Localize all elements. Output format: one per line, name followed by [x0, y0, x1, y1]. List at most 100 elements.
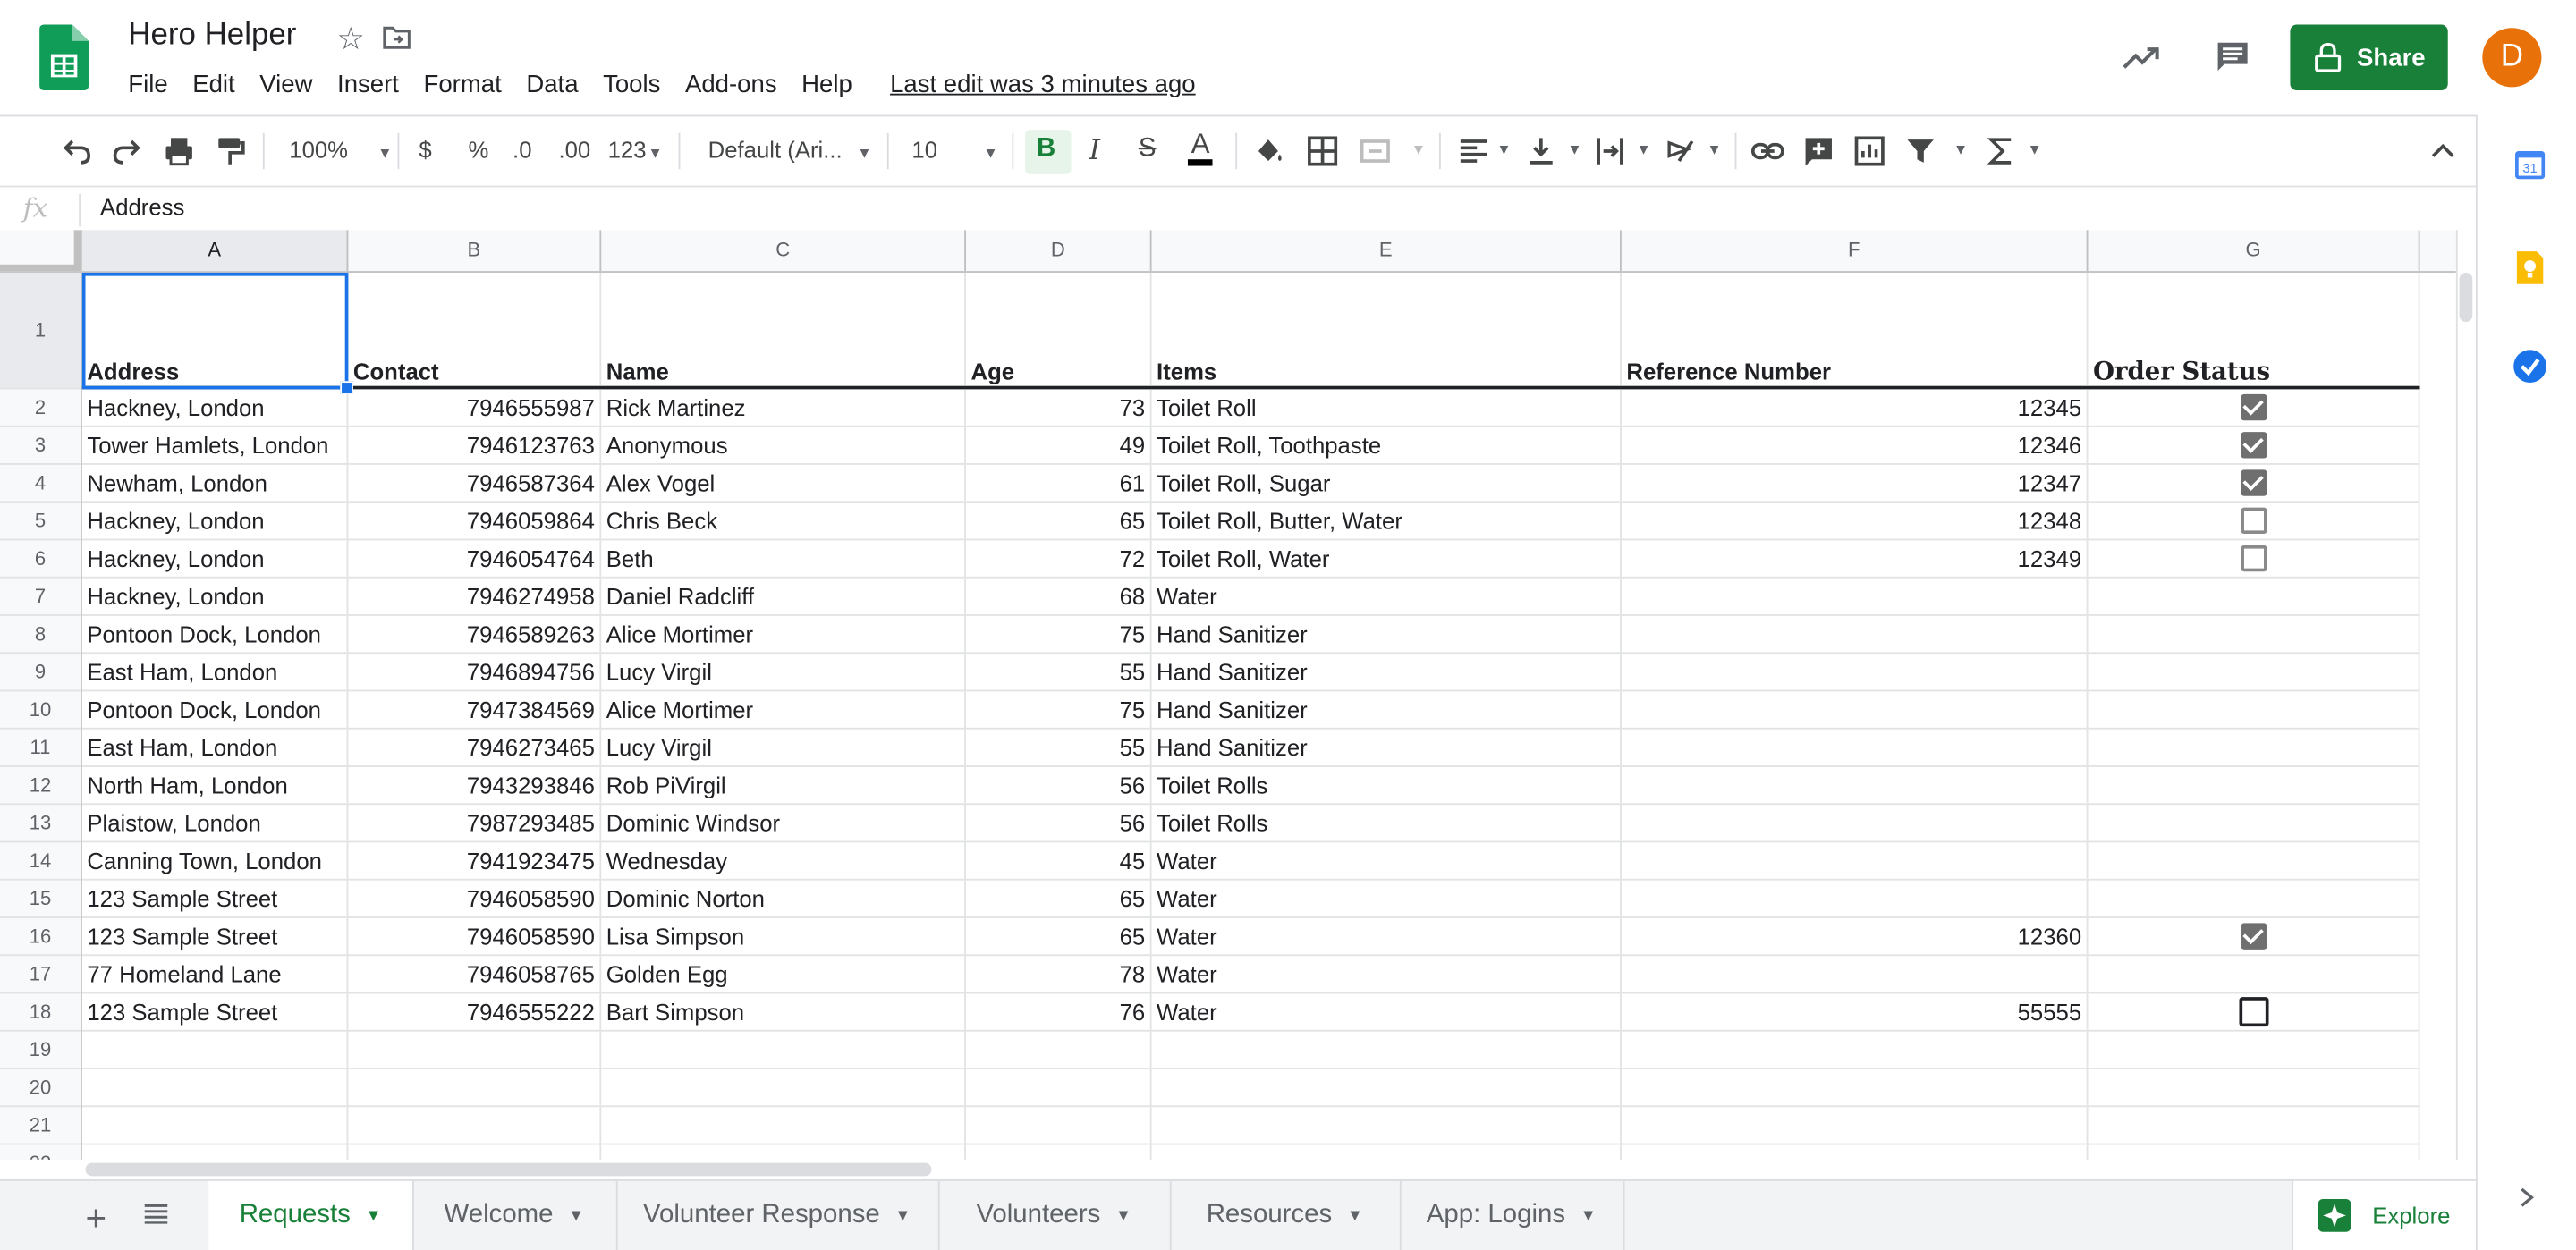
cell-address[interactable]: Hackney, London [82, 503, 349, 539]
cell-contact[interactable]: 7946054764 [348, 540, 602, 577]
cell-items[interactable]: Toilet Roll, Water [1152, 540, 1622, 577]
menu-file[interactable]: File [128, 71, 167, 98]
cell-name[interactable] [601, 1107, 967, 1144]
row-header[interactable]: 13 [0, 805, 81, 843]
text-rotation-icon[interactable] [1665, 135, 1698, 168]
header-cell[interactable]: Name [601, 272, 967, 386]
cell-items[interactable]: Water [1152, 917, 1622, 955]
cell-address[interactable]: East Ham, London [82, 654, 349, 690]
cell-name[interactable]: Alex Vogel [601, 464, 967, 502]
cell-ref[interactable] [1622, 654, 2089, 690]
checkbox-unchecked[interactable] [2239, 997, 2269, 1027]
last-edit-link[interactable]: Last edit was 3 minutes ago [890, 71, 1196, 98]
cell-age[interactable] [966, 1068, 1152, 1106]
cell-contact[interactable]: 7946555987 [348, 389, 602, 426]
link-icon[interactable] [1750, 135, 1784, 168]
font-size-select[interactable]: 10 ▼ [911, 136, 997, 162]
cell-contact[interactable]: 7987293485 [348, 805, 602, 841]
cell-ref[interactable] [1622, 842, 2089, 879]
cell-name[interactable]: Daniel Radcliff [601, 578, 967, 615]
menu-insert[interactable]: Insert [337, 71, 399, 98]
cell-address[interactable]: North Ham, London [82, 766, 349, 804]
cell-address[interactable]: East Ham, London [82, 729, 349, 766]
cell-ref[interactable] [1622, 766, 2089, 804]
cell-items[interactable]: Water [1152, 880, 1622, 917]
cell-address[interactable] [82, 1068, 349, 1106]
cell-age[interactable]: 65 [966, 917, 1152, 955]
cell-address[interactable]: Newham, London [82, 464, 349, 502]
strikethrough-button[interactable]: S [1139, 135, 1157, 165]
chevron-down-icon[interactable]: ▼ [894, 1206, 911, 1224]
sheet-tab-app-logins[interactable]: App: Logins ▼ [1400, 1180, 1625, 1250]
sheet-tab-volunteer-response[interactable]: Volunteer Response ▼ [616, 1180, 940, 1250]
cell-name[interactable]: Lisa Simpson [601, 917, 967, 955]
explore-button[interactable]: Explore [2292, 1180, 2476, 1250]
row-header[interactable]: 5 [0, 503, 81, 541]
format-percent-button[interactable]: % [468, 136, 488, 162]
cell-ref[interactable] [1622, 691, 2089, 728]
cell-items[interactable]: Toilet Rolls [1152, 805, 1622, 841]
cell-age[interactable]: 65 [966, 880, 1152, 917]
cell-ref[interactable] [1622, 1107, 2089, 1144]
cell-ref[interactable]: 55555 [1622, 993, 2089, 1030]
column-header-b[interactable]: B [348, 230, 602, 272]
cell-contact[interactable] [348, 1107, 602, 1144]
row-header[interactable]: 19 [0, 1032, 81, 1069]
cell-name[interactable]: Rick Martinez [601, 389, 967, 426]
cell-items[interactable] [1152, 1107, 1622, 1144]
row-header[interactable]: 14 [0, 842, 81, 881]
row-header[interactable]: 10 [0, 691, 81, 730]
italic-button[interactable]: I [1089, 135, 1100, 168]
cell-ref[interactable]: 12347 [1622, 464, 2089, 502]
tasks-icon[interactable] [2512, 348, 2547, 384]
sheet-tab-resources[interactable]: Resources ▼ [1170, 1180, 1402, 1250]
cell-status[interactable] [2088, 917, 2420, 955]
font-family-select[interactable]: Default (Ari... ▼ [708, 136, 872, 162]
sheet-tab-requests[interactable]: Requests ▼ [208, 1180, 414, 1250]
row-header[interactable]: 15 [0, 881, 81, 918]
cell-age[interactable]: 68 [966, 578, 1152, 615]
column-header-e[interactable]: E [1152, 230, 1622, 272]
horizontal-scroll-thumb[interactable] [85, 1162, 932, 1177]
cell-status[interactable] [2088, 503, 2420, 539]
cell-age[interactable]: 76 [966, 993, 1152, 1030]
merge-cells-icon[interactable] [1359, 135, 1392, 168]
cell-items[interactable]: Toilet Roll, Toothpaste [1152, 427, 1622, 464]
chevron-down-icon[interactable]: ▼ [365, 1206, 381, 1224]
header-cell[interactable]: Items [1152, 272, 1622, 386]
comment-icon[interactable] [2215, 39, 2250, 75]
cell-name[interactable]: Alice Mortimer [601, 615, 967, 653]
move-folder-icon[interactable] [383, 26, 411, 49]
cell-age[interactable]: 75 [966, 615, 1152, 653]
row-header[interactable]: 6 [0, 540, 81, 579]
increase-decimal-button[interactable]: .00 [558, 136, 590, 162]
row-header[interactable]: 7 [0, 579, 81, 616]
column-header-f[interactable]: F [1622, 230, 2089, 272]
cell-name[interactable] [601, 1068, 967, 1106]
row-header[interactable]: 4 [0, 465, 81, 503]
vertical-align-icon[interactable] [1524, 135, 1557, 168]
cell-ref[interactable] [1622, 729, 2089, 766]
vertical-scrollbar[interactable] [2455, 230, 2478, 1160]
checkbox-checked[interactable] [2241, 923, 2267, 950]
cell-contact[interactable]: 7946123763 [348, 427, 602, 464]
cell-contact[interactable]: 7947384569 [348, 691, 602, 728]
cell-age[interactable]: 49 [966, 427, 1152, 464]
cell-contact[interactable]: 7946589263 [348, 615, 602, 653]
cell-contact[interactable] [348, 1144, 602, 1160]
cell-ref[interactable] [1622, 805, 2089, 841]
cell-name[interactable]: Rob PiVirgil [601, 766, 967, 804]
vertical-scroll-thumb[interactable] [2459, 272, 2473, 323]
cell-contact[interactable] [348, 1068, 602, 1106]
cell-address[interactable]: Hackney, London [82, 389, 349, 426]
cell-address[interactable]: Plaistow, London [82, 805, 349, 841]
sheets-logo-icon[interactable] [39, 24, 89, 91]
cell-name[interactable]: Wednesday [601, 842, 967, 879]
cell-age[interactable] [966, 1107, 1152, 1144]
cell-name[interactable]: Lucy Virgil [601, 729, 967, 766]
activity-trend-icon[interactable] [2123, 41, 2162, 74]
cell-status[interactable] [2088, 654, 2420, 690]
cell-status[interactable] [2088, 729, 2420, 766]
row-header[interactable]: 9 [0, 654, 81, 692]
cell-address[interactable] [82, 1144, 349, 1160]
